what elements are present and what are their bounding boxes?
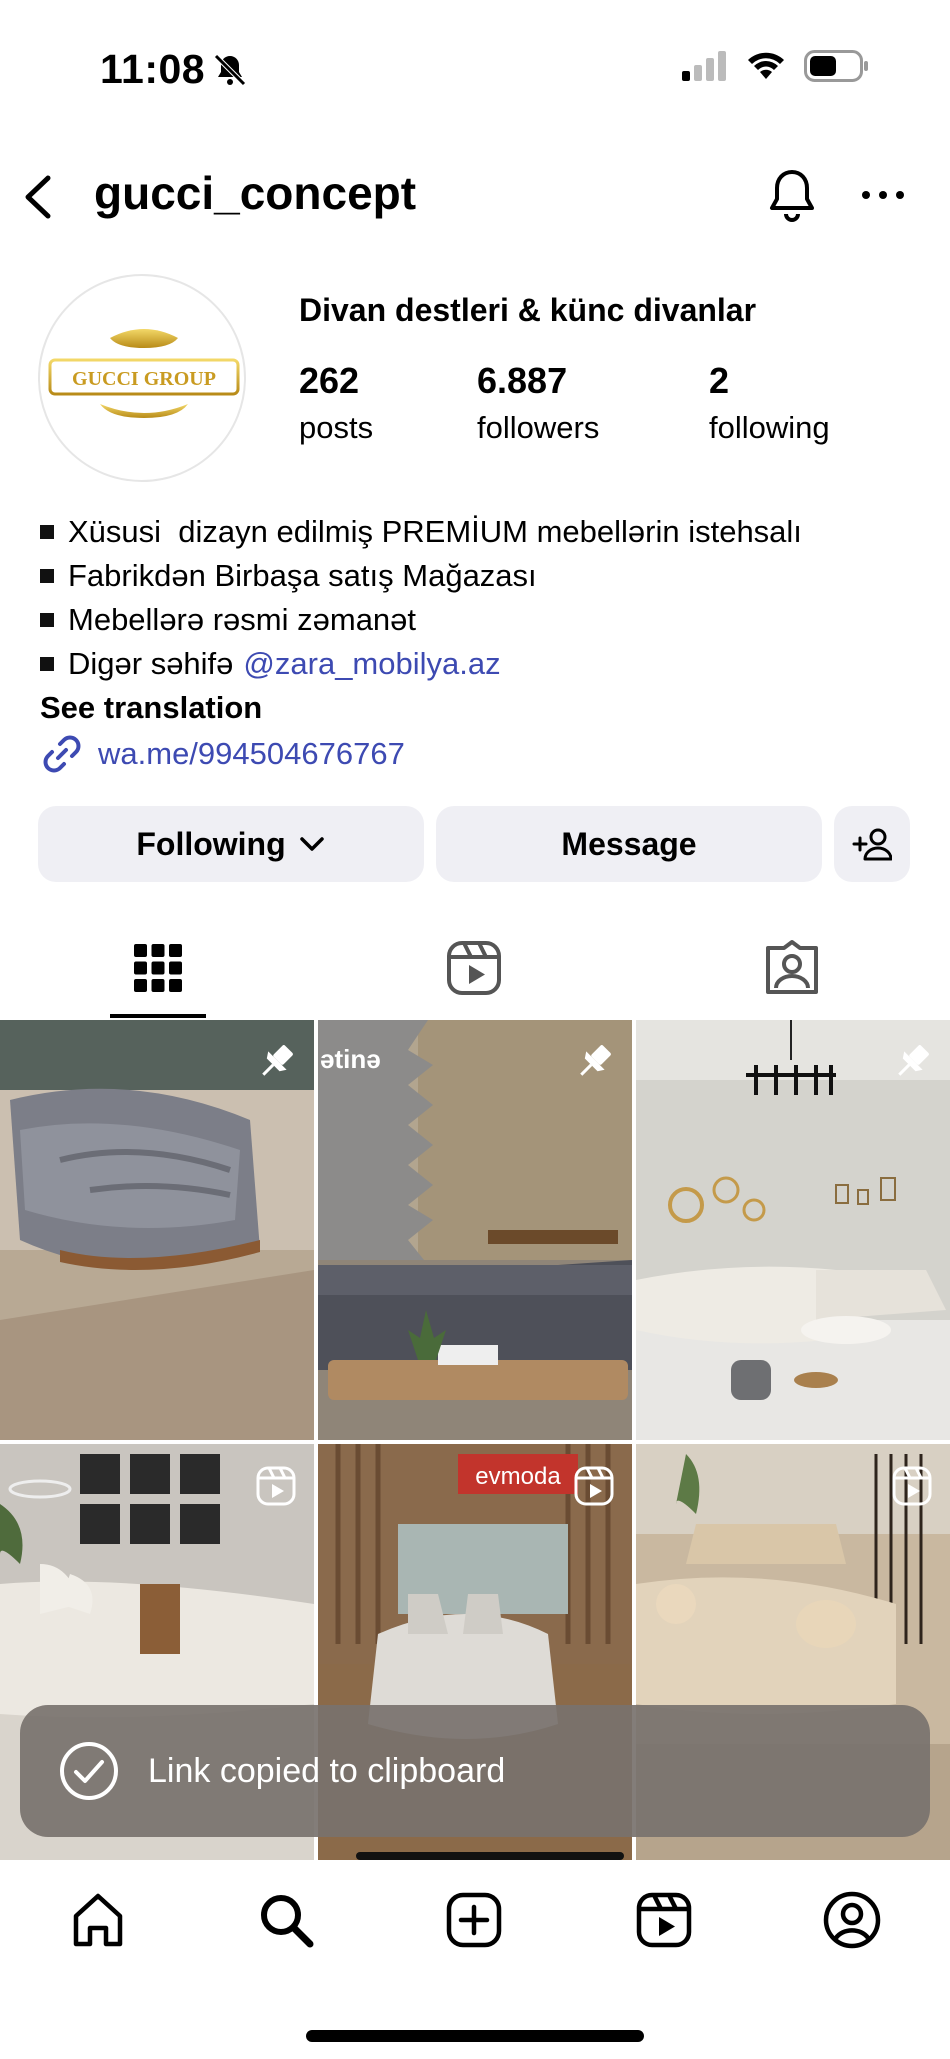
reel-icon (574, 1466, 614, 1506)
following-button[interactable]: Following (38, 806, 424, 882)
more-options-icon[interactable] (858, 180, 908, 210)
see-translation-link[interactable]: See translation (40, 686, 920, 730)
checkmark-circle-icon (60, 1742, 118, 1800)
message-button[interactable]: Message (436, 806, 822, 882)
bio-text: Fabrikdən Birbaşa satış Mağazası (68, 558, 537, 593)
search-icon[interactable] (256, 1890, 316, 1950)
tagged-icon[interactable] (762, 938, 822, 998)
clipboard-toast: Link copied to clipboard (20, 1705, 930, 1837)
following-stat[interactable]: 2 following (709, 360, 830, 446)
following-button-label: Following (136, 825, 286, 862)
post-thumbnail[interactable] (636, 1020, 950, 1440)
drag-handle (356, 1852, 624, 1860)
post-thumbnail[interactable] (0, 1020, 314, 1440)
bio-text: Digər səhifə (68, 646, 234, 681)
following-label: following (709, 410, 830, 445)
bio-line: Fabrikdən Birbaşa satış Mağazası (40, 554, 920, 598)
profile-bio: Xüsusi dizayn edilmiş PREMİUM mebellərin… (40, 510, 920, 776)
following-count: 2 (709, 360, 730, 401)
profile-username: gucci_concept (94, 167, 417, 219)
reels-icon[interactable] (444, 938, 504, 998)
signal-icon (682, 51, 726, 81)
pin-icon (898, 1045, 929, 1076)
bottom-navigation (0, 1860, 950, 2059)
wifi-icon (748, 52, 784, 79)
pin-icon (580, 1045, 611, 1076)
grid-icon[interactable] (128, 938, 188, 998)
pin-icon (262, 1045, 293, 1076)
suggested-users-button[interactable] (834, 806, 910, 882)
bio-line: Xüsusi dizayn edilmiş PREMİUM mebellərin… (40, 510, 920, 554)
toast-message: Link copied to clipboard (148, 1751, 506, 1790)
svg-text:GUCCI GROUP: GUCCI GROUP (72, 368, 216, 390)
post-thumbnail[interactable]: ətinə (318, 1020, 632, 1440)
profile-avatar[interactable]: GUCCI GROUP (38, 274, 246, 482)
bio-line: Digər səhifə @zara_mobilya.az (40, 642, 920, 686)
bio-text: Mebellərə rəsmi zəmanət (68, 602, 417, 637)
posts-stat[interactable]: 262 posts (299, 360, 373, 446)
home-icon[interactable] (68, 1890, 128, 1950)
bell-icon[interactable] (764, 166, 820, 226)
post-overlay-text: ətinə (320, 1044, 381, 1074)
status-time: 11:08 (100, 46, 206, 92)
profile-category: Divan destleri & künc divanlar (299, 292, 757, 328)
bullet-icon (40, 657, 54, 671)
create-post-icon[interactable] (444, 1890, 504, 1950)
bullet-icon (40, 613, 54, 627)
profile-nav-icon[interactable] (822, 1890, 882, 1950)
home-indicator (306, 2030, 644, 2042)
bio-mention-link[interactable]: @zara_mobilya.az (243, 642, 500, 686)
bio-text: Xüsusi dizayn edilmiş PREMİUM mebellərin… (68, 514, 802, 549)
battery-icon (804, 50, 868, 82)
followers-stat[interactable]: 6.887 followers (477, 360, 599, 446)
posts-label: posts (299, 410, 374, 445)
profile-header: gucci_concept (0, 160, 950, 232)
gucci-group-logo: GUCCI GROUP (48, 329, 240, 418)
add-user-icon (852, 828, 892, 861)
reel-icon (892, 1466, 932, 1506)
chevron-down-icon (299, 837, 324, 851)
bio-line: Mebellərə rəsmi zəmanət (40, 598, 920, 642)
back-icon[interactable] (18, 172, 58, 222)
link-text: wa.me/994504676767 (98, 736, 405, 771)
status-icons (682, 50, 870, 82)
bullet-icon (40, 569, 54, 583)
link-icon (43, 735, 81, 773)
reels-nav-icon[interactable] (634, 1890, 694, 1950)
post-overlay-text: evmoda (475, 1463, 561, 1490)
message-button-label: Message (561, 825, 697, 862)
profile-external-link[interactable]: wa.me/994504676767 (40, 732, 920, 776)
followers-label: followers (477, 410, 600, 445)
followers-count: 6.887 (477, 360, 568, 401)
status-bar: 11:08 (0, 0, 950, 140)
silent-bell-icon (214, 54, 246, 86)
profile-stats: 262 posts 6.887 followers 2 following (299, 360, 919, 450)
profile-tabs (0, 920, 950, 1020)
bullet-icon (40, 525, 54, 539)
reel-icon (256, 1466, 296, 1506)
posts-count: 262 (299, 360, 360, 401)
active-tab-indicator (110, 1014, 206, 1018)
